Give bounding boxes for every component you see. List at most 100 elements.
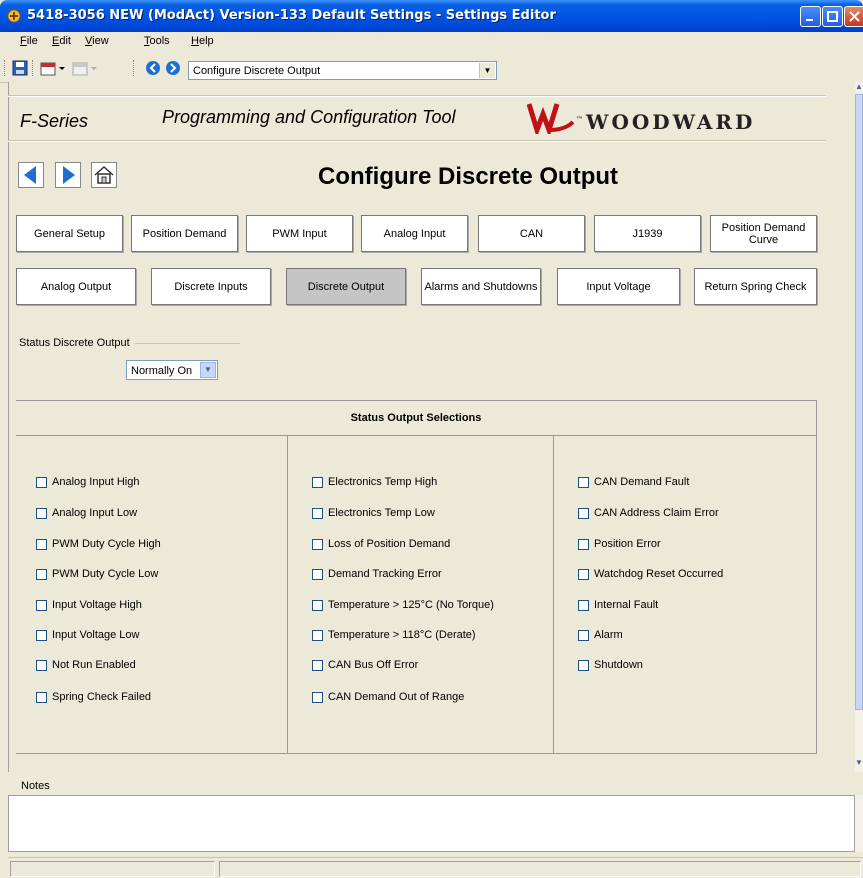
tab-position-demand-curve[interactable]: Position Demand Curve — [710, 215, 817, 252]
menu-file[interactable]: File — [20, 35, 38, 47]
page-select-value: Configure Discrete Output — [193, 65, 321, 77]
toolbar: Configure Discrete Output ▼ — [0, 52, 863, 83]
checkbox[interactable] — [578, 568, 589, 580]
checkbox-label: Temperature > 125°C (No Torque) — [328, 599, 494, 611]
checkbox-pwm-duty-cycle-high[interactable]: PWM Duty Cycle High — [36, 537, 161, 551]
tab-can[interactable]: CAN — [478, 215, 585, 252]
tab-discrete-inputs[interactable]: Discrete Inputs — [151, 268, 271, 305]
tab-general-setup[interactable]: General Setup — [16, 215, 123, 252]
status-discrete-output-select[interactable]: Normally On ▼ — [126, 360, 218, 380]
chevron-down-icon[interactable] — [58, 60, 66, 76]
checkbox[interactable] — [36, 538, 47, 550]
checkbox-not-run-enabled[interactable]: Not Run Enabled — [36, 658, 136, 672]
tab-analog-input[interactable]: Analog Input — [361, 215, 468, 252]
minimize-button[interactable] — [800, 6, 821, 27]
checkbox-input-voltage-low[interactable]: Input Voltage Low — [36, 628, 139, 642]
tab-pwm-input[interactable]: PWM Input — [246, 215, 353, 252]
calendar-icon[interactable] — [40, 60, 56, 76]
tab-discrete-output[interactable]: Discrete Output — [286, 268, 406, 305]
menu-view[interactable]: View — [85, 35, 109, 47]
checkbox-can-demand-fault[interactable]: CAN Demand Fault — [578, 475, 689, 489]
back-button[interactable] — [18, 162, 44, 188]
scroll-down-icon[interactable]: ▼ — [855, 758, 863, 770]
notes-scrollbar[interactable] — [855, 795, 863, 852]
checkbox-watchdog-reset-occurred[interactable]: Watchdog Reset Occurred — [578, 567, 723, 581]
checkbox-temperature-118-derate[interactable]: Temperature > 118°C (Derate) — [312, 628, 476, 642]
tab-j1939[interactable]: J1939 — [594, 215, 701, 252]
divider — [8, 140, 826, 142]
checkbox[interactable] — [578, 476, 589, 488]
home-button[interactable] — [91, 162, 117, 188]
checkbox-label: Input Voltage High — [52, 599, 142, 611]
tab-alarms-and-shutdowns[interactable]: Alarms and Shutdowns — [421, 268, 541, 305]
checkbox[interactable] — [312, 599, 323, 611]
forward-button[interactable] — [55, 162, 81, 188]
tab-analog-output[interactable]: Analog Output — [16, 268, 136, 305]
tab-position-demand[interactable]: Position Demand — [131, 215, 238, 252]
checkbox-can-bus-off-error[interactable]: CAN Bus Off Error — [312, 658, 418, 672]
status-discrete-output-label: Status Discrete Output — [19, 337, 130, 349]
checkbox-internal-fault[interactable]: Internal Fault — [578, 598, 658, 612]
checkbox-demand-tracking-error[interactable]: Demand Tracking Error — [312, 567, 442, 581]
checkbox[interactable] — [36, 599, 47, 611]
checkbox[interactable] — [312, 507, 323, 519]
close-button[interactable] — [844, 6, 863, 27]
chevron-down-icon[interactable]: ▼ — [200, 362, 216, 378]
checkbox[interactable] — [578, 659, 589, 671]
woodward-logo — [527, 103, 575, 134]
checkbox[interactable] — [312, 659, 323, 671]
checkbox[interactable] — [578, 507, 589, 519]
checkbox-temperature-125-no-torque[interactable]: Temperature > 125°C (No Torque) — [312, 598, 494, 612]
checkbox-position-error[interactable]: Position Error — [578, 537, 661, 551]
checkbox[interactable] — [36, 507, 47, 519]
checkbox-can-address-claim-error[interactable]: CAN Address Claim Error — [578, 506, 719, 520]
menu-help[interactable]: Help — [191, 35, 214, 47]
checkbox[interactable] — [36, 659, 47, 671]
checkbox[interactable] — [312, 629, 323, 641]
vertical-scrollbar[interactable]: ▲ ▼ — [855, 82, 863, 772]
scrollbar-thumb[interactable] — [855, 94, 863, 710]
toolbar-grip[interactable] — [133, 60, 137, 76]
checkbox[interactable] — [312, 476, 323, 488]
checkbox-label: Not Run Enabled — [52, 659, 136, 671]
checkbox-analog-input-high[interactable]: Analog Input High — [36, 475, 139, 489]
checkbox-loss-of-position-demand[interactable]: Loss of Position Demand — [312, 537, 450, 551]
chevron-down-icon[interactable]: ▼ — [479, 63, 495, 78]
checkbox-electronics-temp-low[interactable]: Electronics Temp Low — [312, 506, 435, 520]
back-icon[interactable] — [145, 60, 161, 76]
window-title-bar[interactable]: 5418-3056 NEW (ModAct) Version-133 Defau… — [0, 0, 863, 32]
checkbox-analog-input-low[interactable]: Analog Input Low — [36, 506, 137, 520]
checkbox[interactable] — [578, 599, 589, 611]
checkbox-electronics-temp-high[interactable]: Electronics Temp High — [312, 475, 437, 489]
checkbox[interactable] — [312, 538, 323, 550]
checkbox[interactable] — [578, 538, 589, 550]
scroll-up-icon[interactable]: ▲ — [855, 82, 863, 94]
checkbox[interactable] — [36, 476, 47, 488]
tab-input-voltage[interactable]: Input Voltage — [557, 268, 680, 305]
checkbox-input-voltage-high[interactable]: Input Voltage High — [36, 598, 142, 612]
checkbox[interactable] — [312, 568, 323, 580]
checkbox-spring-check-failed[interactable]: Spring Check Failed — [36, 690, 151, 704]
checkbox[interactable] — [312, 691, 323, 703]
save-icon[interactable] — [12, 60, 28, 76]
checkbox-pwm-duty-cycle-low[interactable]: PWM Duty Cycle Low — [36, 567, 158, 581]
checkbox[interactable] — [36, 629, 47, 641]
forward-icon[interactable] — [165, 60, 181, 76]
window-title: 5418-3056 NEW (ModAct) Version-133 Defau… — [27, 8, 556, 23]
page-select[interactable]: Configure Discrete Output ▼ — [188, 61, 497, 80]
maximize-button[interactable] — [822, 6, 843, 27]
checkbox[interactable] — [36, 691, 47, 703]
toolbar-grip[interactable] — [32, 60, 36, 76]
notes-textarea[interactable] — [8, 795, 855, 852]
tab-return-spring-check[interactable]: Return Spring Check — [694, 268, 817, 305]
menu-edit[interactable]: Edit — [52, 35, 71, 47]
checkbox-can-demand-out-of-range[interactable]: CAN Demand Out of Range — [312, 690, 464, 704]
status-select-value: Normally On — [131, 365, 193, 377]
checkbox[interactable] — [36, 568, 47, 580]
menu-tools[interactable]: Tools — [144, 35, 170, 47]
checkbox[interactable] — [578, 629, 589, 641]
toolbar-grip[interactable] — [4, 60, 8, 76]
checkbox-alarm[interactable]: Alarm — [578, 628, 623, 642]
checkbox-shutdown[interactable]: Shutdown — [578, 658, 643, 672]
checkbox-label: Input Voltage Low — [52, 629, 140, 641]
